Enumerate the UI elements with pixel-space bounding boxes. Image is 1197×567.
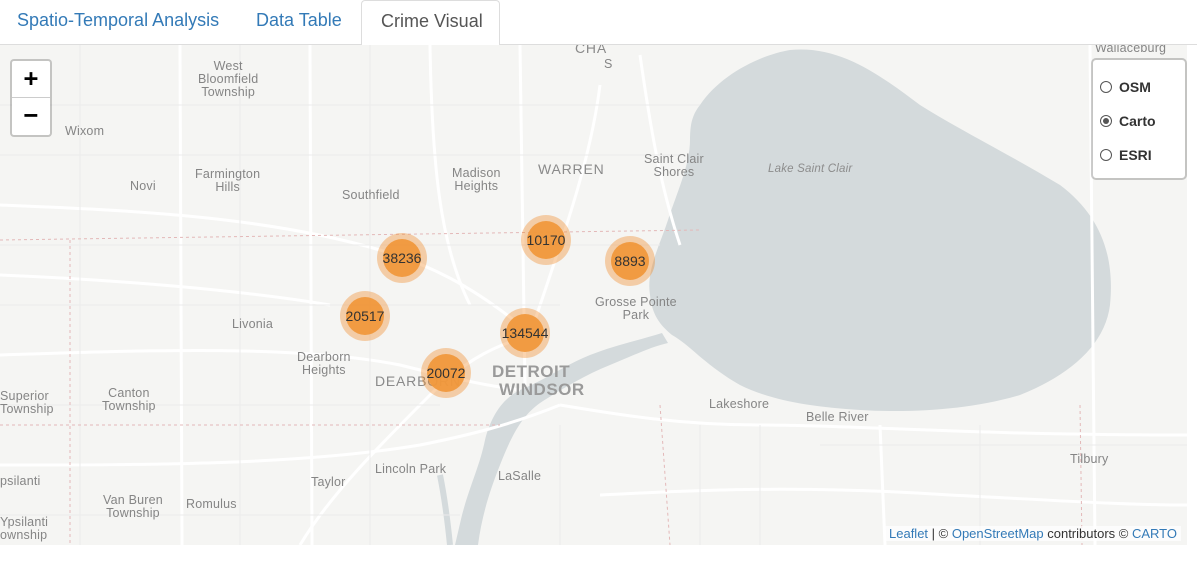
tab-bar: Spatio-Temporal Analysis Data Table Crim… xyxy=(0,0,1197,46)
radio-osm[interactable] xyxy=(1100,81,1112,93)
place-label-ypsilanti-township: Ypsilanti ownship xyxy=(0,515,49,542)
place-label-dearborn-heights: Dearborn Heights xyxy=(297,350,351,377)
place-label-canton-township: Canton Township xyxy=(102,386,156,413)
place-label-madison-heights: Madison Heights xyxy=(452,166,501,193)
cluster-count: 20517 xyxy=(345,308,385,324)
place-label-lakeshore: Lakeshore xyxy=(709,397,770,411)
map-basemap xyxy=(0,45,1187,545)
cluster-marker[interactable]: 38236 xyxy=(377,233,427,283)
basemap-layer-control: OSM Carto ESRI xyxy=(1091,58,1187,180)
tab-data-table[interactable]: Data Table xyxy=(238,0,360,45)
zoom-in-button[interactable]: + xyxy=(12,61,50,98)
place-label-cha: CHA xyxy=(575,45,607,56)
place-label-superior-township: Superior Township xyxy=(0,389,54,416)
place-label-grosse-pointe-park: Grosse Pointe Park xyxy=(595,295,677,322)
zoom-control: + − xyxy=(10,59,52,137)
layer-option-esri[interactable]: ESRI xyxy=(1100,145,1152,165)
place-label-wallaceburg: Wallaceburg xyxy=(1095,45,1167,55)
layer-label-carto: Carto xyxy=(1119,113,1156,129)
leaflet-link[interactable]: Leaflet xyxy=(889,526,928,541)
attribution-separator: | © xyxy=(928,526,952,541)
layer-option-osm[interactable]: OSM xyxy=(1100,77,1151,97)
cluster-count: 10170 xyxy=(526,232,566,248)
place-label-belle-river: Belle River xyxy=(806,410,869,424)
place-label-lincoln-park: Lincoln Park xyxy=(375,462,447,476)
cluster-count: 20072 xyxy=(426,365,466,381)
place-label-tilbury: Tilbury xyxy=(1070,452,1109,466)
place-label-farmington-hills: Farmington Hills xyxy=(195,167,261,194)
place-label-romulus: Romulus xyxy=(186,497,237,511)
place-label-detroit: DETROIT xyxy=(492,362,571,381)
radio-carto[interactable] xyxy=(1100,115,1112,127)
leaflet-map[interactable]: CHA S Wallaceburg West Bloomfield Townsh… xyxy=(0,45,1187,545)
cluster-count: 134544 xyxy=(501,325,549,341)
attribution-contributors: contributors © xyxy=(1043,526,1132,541)
map-attribution: Leaflet | © OpenStreetMap contributors ©… xyxy=(885,526,1181,541)
place-label-saint-clair-shores: Saint Clair Shores xyxy=(644,152,704,179)
cluster-count: 38236 xyxy=(382,250,422,266)
layer-label-esri: ESRI xyxy=(1119,147,1152,163)
cluster-marker[interactable]: 20072 xyxy=(421,348,471,398)
place-label-southfield: Southfield xyxy=(342,188,400,202)
cluster-marker[interactable]: 8893 xyxy=(605,236,655,286)
place-label-lake-saint-clair: Lake Saint Clair xyxy=(768,163,853,175)
layer-label-osm: OSM xyxy=(1119,79,1151,95)
place-label-novi: Novi xyxy=(130,179,156,193)
openstreetmap-link[interactable]: OpenStreetMap xyxy=(952,526,1044,541)
radio-esri[interactable] xyxy=(1100,149,1112,161)
place-label-s: S xyxy=(604,57,613,71)
place-label-warren: WARREN xyxy=(538,161,605,177)
zoom-out-button[interactable]: − xyxy=(12,98,50,134)
lake-saint-clair xyxy=(649,49,1111,412)
tab-crime-visual[interactable]: Crime Visual xyxy=(361,0,500,46)
layer-option-carto[interactable]: Carto xyxy=(1100,111,1156,131)
cluster-count: 8893 xyxy=(614,253,646,269)
cluster-marker[interactable]: 134544 xyxy=(500,308,550,358)
place-label-livonia: Livonia xyxy=(232,317,274,331)
cluster-marker[interactable]: 10170 xyxy=(521,215,571,265)
place-label-taylor: Taylor xyxy=(311,475,346,489)
place-label-lasalle: LaSalle xyxy=(498,469,542,483)
place-label-van-buren: Van Buren Township xyxy=(103,493,163,520)
place-label-west-bloomfield: West Bloomfield Township xyxy=(198,59,259,99)
tab-spatio-temporal-analysis[interactable]: Spatio-Temporal Analysis xyxy=(0,0,232,45)
carto-link[interactable]: CARTO xyxy=(1132,526,1177,541)
place-label-ypsilanti: psilanti xyxy=(0,474,41,488)
place-label-windsor: WINDSOR xyxy=(499,380,585,399)
cluster-marker[interactable]: 20517 xyxy=(340,291,390,341)
place-label-wixom: Wixom xyxy=(65,124,105,138)
